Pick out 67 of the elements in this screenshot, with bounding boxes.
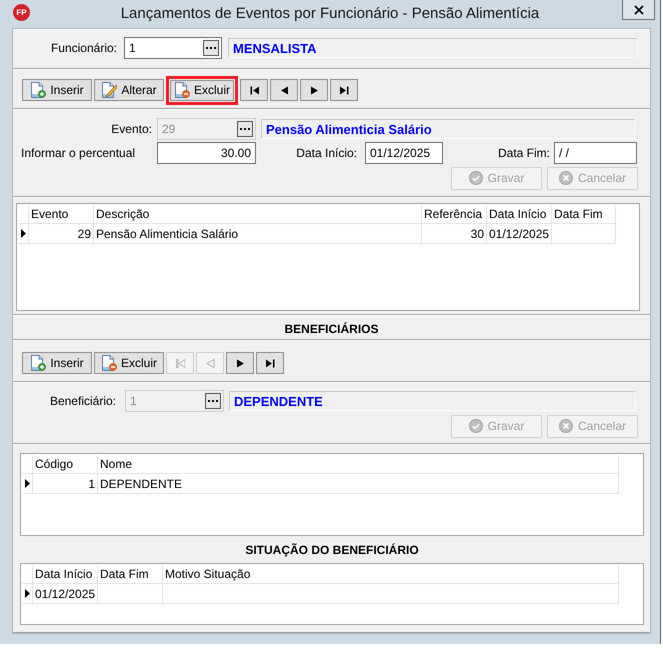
next-button[interactable] (226, 352, 254, 374)
column-header: Data Início (33, 565, 98, 584)
field-label: Data Início: (296, 146, 357, 160)
table-cell: DEPENDENTE (98, 474, 619, 494)
table-cell: 01/12/2025 (487, 224, 552, 244)
close-icon (634, 4, 644, 14)
field-label: Funcionário: (50, 41, 117, 55)
window-title: Lançamentos de Eventos por Funcionário - Pensão Alimentícia (120, 4, 540, 24)
x-circle-icon (558, 171, 573, 185)
last-icon (266, 358, 274, 368)
check-circle-icon (468, 171, 483, 185)
app-logo: FP (13, 4, 30, 21)
date-field[interactable]: / / (554, 142, 637, 164)
delete-button[interactable]: Excluir (170, 80, 234, 100)
column-header: Data Fim (552, 205, 616, 224)
last-button[interactable] (330, 79, 358, 101)
section-title: SITUAÇÃO DO BENEFICIÁRIO (245, 542, 419, 556)
field-label: Beneficiário: (50, 394, 116, 408)
last-button[interactable] (256, 352, 284, 374)
document-minus-icon (100, 355, 117, 371)
date-field[interactable]: 01/12/2025 (365, 142, 443, 164)
field-label: Data Fim: (498, 146, 550, 160)
table-cell: 1 (33, 474, 98, 494)
column-header: Descrição (94, 205, 422, 224)
edit-button[interactable]: Alterar (94, 79, 164, 101)
column-header: Motivo Situação (163, 565, 619, 584)
next-button[interactable] (300, 79, 328, 101)
percent-field[interactable]: 30.00 (157, 142, 256, 164)
previous-icon (280, 86, 288, 94)
previous-icon (206, 358, 214, 368)
table-cell: 01/12/2025 (33, 584, 98, 604)
delete-button[interactable]: Excluir (94, 352, 164, 374)
column-header: Referência (422, 205, 487, 224)
description-display: MENSALISTA (228, 38, 638, 58)
description-display: DEPENDENTE (229, 391, 636, 411)
column-header: Nome (98, 455, 619, 474)
column-header: Data Fim (98, 565, 163, 584)
close-button[interactable] (622, 0, 655, 20)
x-circle-icon (558, 419, 573, 433)
insert-button[interactable]: Inserir (22, 79, 92, 101)
check-circle-icon (468, 419, 483, 433)
last-icon (340, 86, 348, 94)
lookup-button[interactable] (203, 40, 219, 56)
field-label: Evento: (111, 122, 152, 136)
document-minus-icon (174, 82, 190, 98)
column-header: Data Início (487, 205, 552, 224)
table-cell: Pensão Alimenticia Salário (94, 224, 422, 244)
previous-button[interactable] (270, 79, 298, 101)
table-cell (98, 584, 163, 604)
insert-button[interactable]: Inserir (22, 352, 92, 374)
table-cell: 30 (422, 224, 487, 244)
next-icon (236, 358, 244, 368)
section-title: BENEFICIÁRIOS (284, 322, 378, 336)
document-pencil-icon (101, 82, 118, 98)
column-header: Código (33, 455, 98, 474)
table-cell (552, 224, 616, 244)
description-display: Pensão Alimenticia Salário (261, 119, 635, 139)
column-header: Evento (29, 205, 94, 224)
next-icon (310, 86, 318, 94)
document-plus-icon (30, 355, 46, 371)
first-icon (176, 358, 184, 368)
field-label: Informar o percentual (21, 146, 136, 160)
first-button[interactable] (240, 79, 268, 101)
table-cell: 29 (29, 224, 94, 244)
first-icon (250, 86, 258, 94)
code-field[interactable]: 1 (124, 37, 222, 59)
document-plus-icon (30, 82, 46, 98)
